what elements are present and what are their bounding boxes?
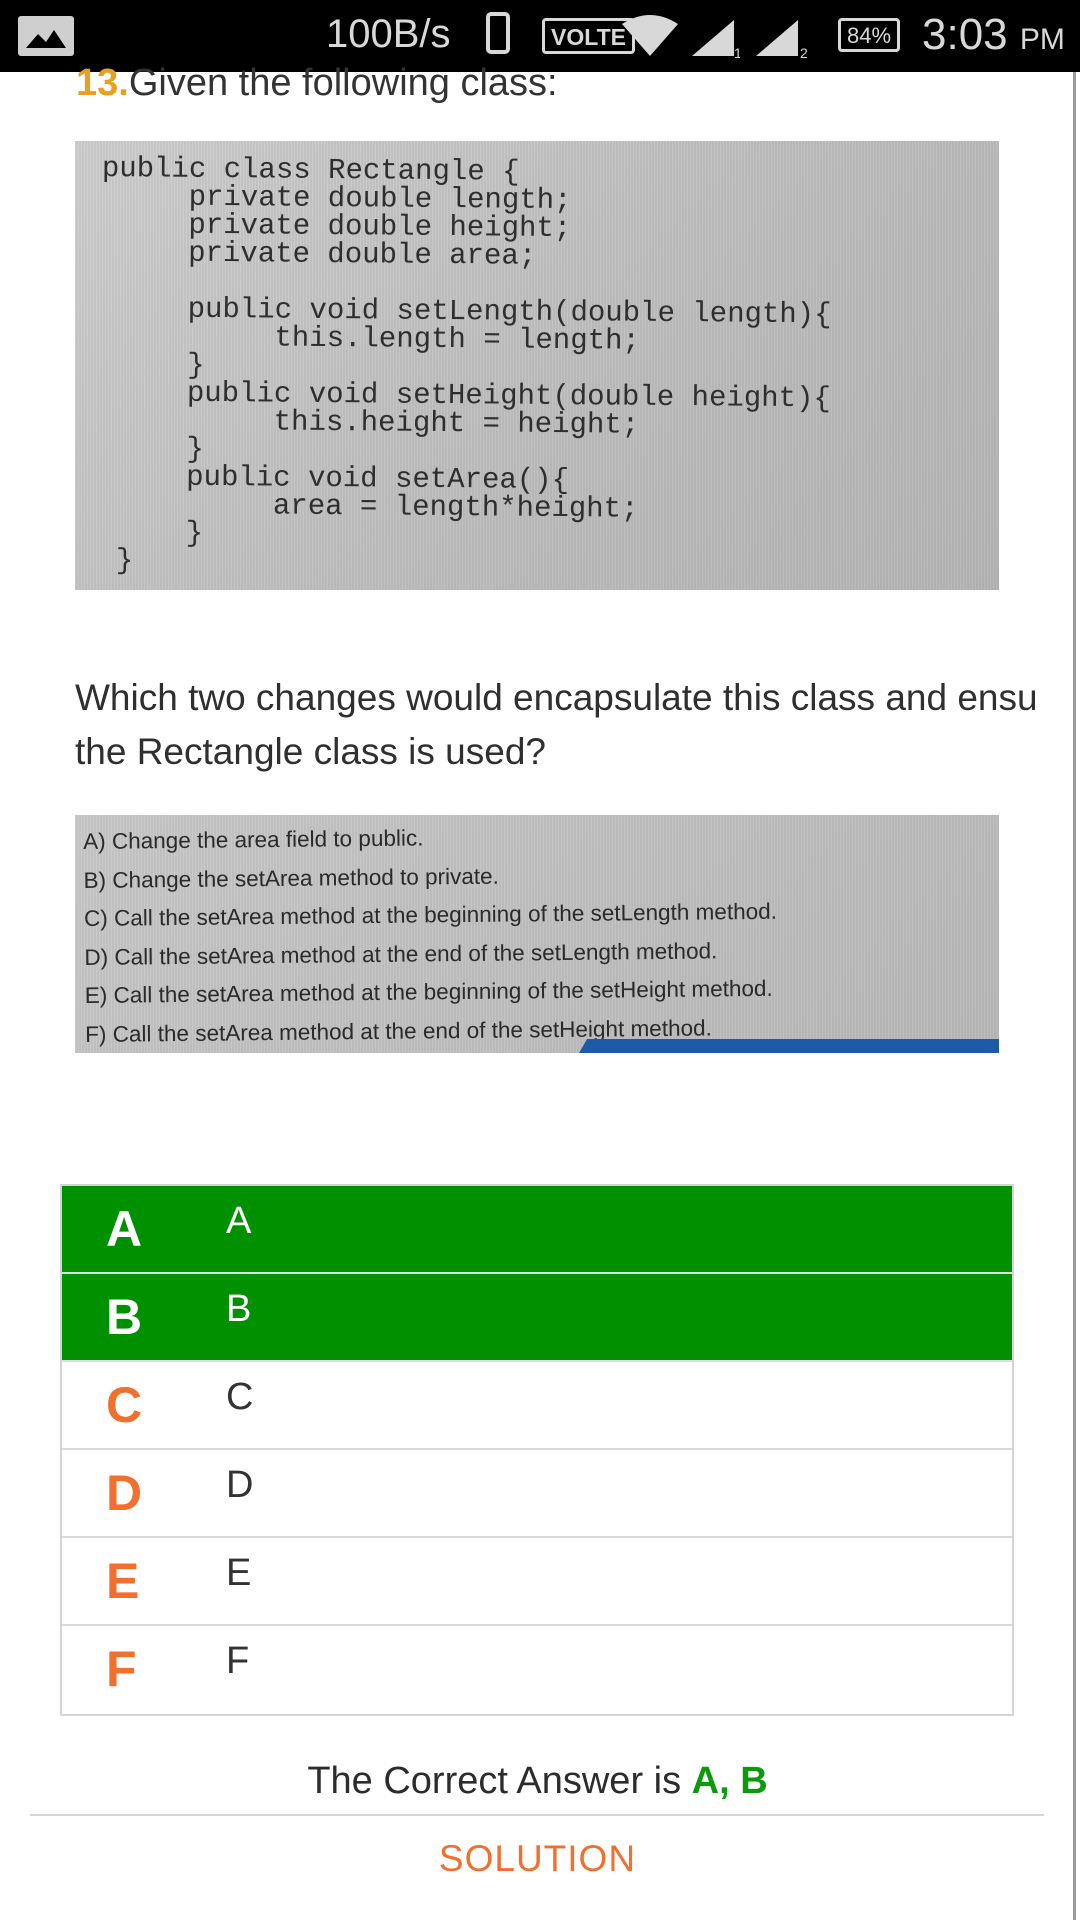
- answer-letter: C: [106, 1377, 143, 1433]
- answer-option-a[interactable]: AA: [62, 1186, 1012, 1274]
- code-text: public class Rectangle { private double …: [98, 152, 833, 581]
- sim1-label: 1: [734, 45, 740, 58]
- divider: [30, 1814, 1044, 1816]
- answer-text: A: [226, 1200, 252, 1242]
- phone-icon: [486, 12, 510, 54]
- clock: 3:03 PM: [922, 10, 1065, 60]
- answer-table: AABBCCDDEEFF: [60, 1184, 1014, 1716]
- answer-text: E: [226, 1552, 252, 1594]
- scroll-edge: [1073, 72, 1076, 1920]
- answer-letter: E: [106, 1553, 140, 1609]
- answer-letter: A: [106, 1201, 143, 1257]
- correct-answer-value: A, B: [691, 1760, 768, 1802]
- clock-ampm: PM: [1019, 23, 1065, 56]
- question-number: 13.: [76, 62, 129, 104]
- answer-option-f[interactable]: FF: [62, 1626, 1012, 1714]
- answer-letter: F: [106, 1641, 137, 1697]
- answer-option-d[interactable]: DD: [62, 1450, 1012, 1538]
- clock-time: 3:03: [922, 10, 1008, 59]
- signal-icon-sim2: 2: [756, 20, 808, 58]
- image-icon: [18, 16, 74, 56]
- answer-letter: B: [106, 1289, 143, 1345]
- correct-answer-label: The Correct Answer is: [307, 1760, 682, 1802]
- question-title-text: Given the following class:: [128, 62, 558, 104]
- code-line: }: [98, 543, 134, 578]
- answer-option-e[interactable]: EE: [62, 1538, 1012, 1626]
- options-image: A) Change the area field to public. B) Ch…: [75, 815, 999, 1053]
- sim2-label: 2: [800, 45, 808, 58]
- answer-text: B: [226, 1288, 252, 1330]
- code-image: public class Rectangle { private double …: [75, 141, 999, 590]
- answer-option-c[interactable]: CC: [62, 1362, 1012, 1450]
- signal-icon: 1: [692, 20, 740, 58]
- solution-button[interactable]: SOLUTION: [0, 1838, 1075, 1880]
- question-prompt: Which two changes would encapsulate this…: [75, 671, 1075, 779]
- answer-text: C: [226, 1376, 254, 1418]
- option-line: C) Call the setArea method at the beginn…: [83, 898, 778, 931]
- question-prompt-line-1: Which two changes would encapsulate this…: [75, 677, 1038, 718]
- answer-text: F: [226, 1640, 250, 1682]
- options-list: A) Change the area field to public. B) Ch…: [83, 816, 778, 1053]
- question-title: 13.Given the following class:: [76, 56, 558, 110]
- network-speed: 100B/s: [326, 12, 451, 56]
- answer-letter: D: [106, 1465, 143, 1521]
- question-prompt-line-2: the Rectangle class is used?: [75, 731, 546, 772]
- image-stripe: [579, 1039, 999, 1053]
- answer-option-b[interactable]: BB: [62, 1274, 1012, 1362]
- option-line: E) Call the setArea method at the beginn…: [84, 975, 773, 1008]
- wifi-icon: [622, 15, 678, 56]
- answer-text: D: [226, 1464, 254, 1506]
- battery-icon: 84%: [838, 18, 901, 52]
- code-line: private double area;: [101, 235, 537, 273]
- code-line: area = length*height;: [98, 487, 639, 526]
- correct-answer: The Correct Answer is A, B: [0, 1760, 1075, 1803]
